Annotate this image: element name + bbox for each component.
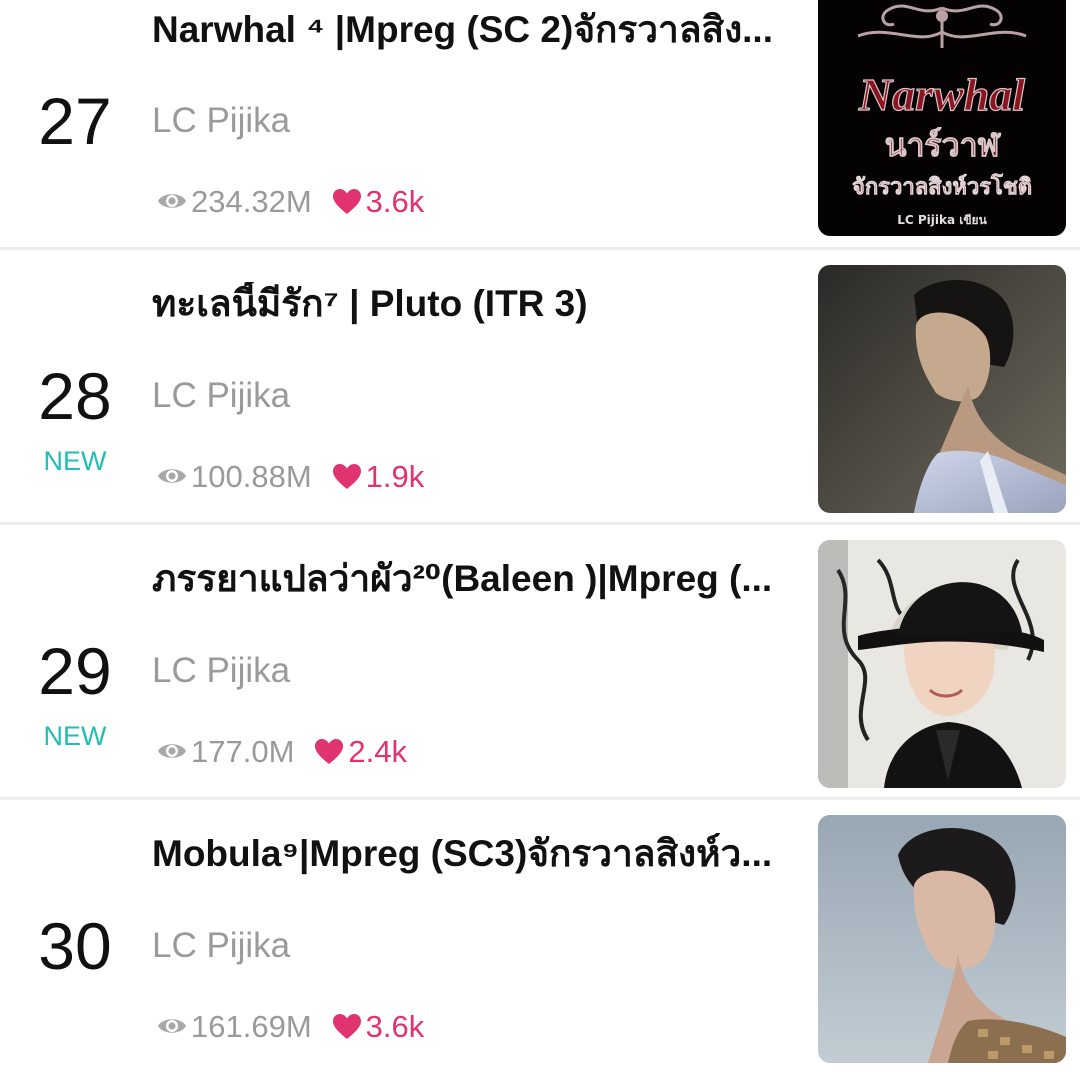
like-count: 2.4k bbox=[348, 733, 408, 769]
portrait-cover-art bbox=[818, 815, 1066, 1063]
cover-subtitle: จักรวาลสิงห์วรโชติ bbox=[852, 173, 1032, 200]
cover-image[interactable] bbox=[818, 540, 1066, 788]
heart-icon bbox=[315, 738, 344, 764]
rank-number: 27 bbox=[38, 84, 112, 158]
cover-title: Narwhal bbox=[858, 69, 1025, 120]
story-stats: 177.0M 2.4k bbox=[157, 731, 407, 771]
ranking-row[interactable]: 27 Narwhal ⁴ |Mpreg (SC 2)จักรวาลสิง... … bbox=[0, 0, 1080, 272]
story-title[interactable]: Narwhal ⁴ |Mpreg (SC 2)จักรวาลสิง... bbox=[152, 8, 800, 52]
ranking-row[interactable]: 30 Mobula⁹|Mpreg (SC3)จักรวาลสิงห์ว... L… bbox=[0, 800, 1080, 1072]
heart-icon bbox=[332, 463, 361, 489]
like-count: 3.6k bbox=[365, 1008, 425, 1044]
cover-title-thai: นาร์วาฬ bbox=[885, 126, 1002, 164]
like-count: 1.9k bbox=[365, 458, 425, 494]
rank-number: 29 bbox=[38, 634, 112, 708]
eye-icon bbox=[158, 194, 186, 208]
heart-icon bbox=[332, 188, 361, 214]
narwhal-cover-art: Narwhal นาร์วาฬ จักรวาลสิงห์วรโชติ LC Pi… bbox=[818, 0, 1066, 236]
portrait-cover-art bbox=[818, 540, 1066, 788]
cover-image[interactable] bbox=[818, 265, 1066, 513]
view-count: 234.32M bbox=[191, 183, 312, 219]
author-name[interactable]: LC Pijika bbox=[152, 378, 290, 413]
rank-number: 28 bbox=[38, 359, 112, 433]
rank-number: 30 bbox=[38, 909, 112, 983]
author-name[interactable]: LC Pijika bbox=[152, 928, 290, 963]
eye-icon bbox=[158, 469, 186, 483]
story-stats: 161.69M 3.6k bbox=[157, 1006, 424, 1046]
author-name[interactable]: LC Pijika bbox=[152, 103, 290, 138]
cover-image[interactable] bbox=[818, 815, 1066, 1063]
eye-icon bbox=[158, 744, 186, 758]
like-count: 3.6k bbox=[365, 183, 425, 219]
story-title[interactable]: Mobula⁹|Mpreg (SC3)จักรวาลสิงห์ว... bbox=[152, 832, 800, 876]
ranking-row[interactable]: 28 NEW ทะเลนี้มีรัก⁷ | Pluto (ITR 3) LC … bbox=[0, 250, 1080, 522]
portrait-cover-art bbox=[818, 265, 1066, 513]
view-count: 100.88M bbox=[191, 458, 312, 494]
story-stats: 100.88M 1.9k bbox=[157, 456, 424, 496]
view-count: 177.0M bbox=[191, 733, 295, 769]
heart-icon bbox=[332, 1013, 361, 1039]
cover-byline: LC Pijika เขียน bbox=[897, 213, 987, 227]
ranking-row[interactable]: 29 NEW ภรรยาแปลว่าผัว²⁰(Baleen )|Mpreg (… bbox=[0, 525, 1080, 797]
view-count: 161.69M bbox=[191, 1008, 312, 1044]
new-badge: NEW bbox=[43, 446, 107, 476]
new-badge: NEW bbox=[43, 721, 107, 751]
story-title[interactable]: ภรรยาแปลว่าผัว²⁰(Baleen )|Mpreg (... bbox=[152, 557, 800, 601]
eye-icon bbox=[158, 1019, 186, 1033]
cover-image[interactable]: Narwhal นาร์วาฬ จักรวาลสิงห์วรโชติ LC Pi… bbox=[818, 0, 1066, 236]
story-stats: 234.32M 3.6k bbox=[157, 181, 424, 221]
author-name[interactable]: LC Pijika bbox=[152, 653, 290, 688]
story-title[interactable]: ทะเลนี้มีรัก⁷ | Pluto (ITR 3) bbox=[152, 282, 800, 326]
